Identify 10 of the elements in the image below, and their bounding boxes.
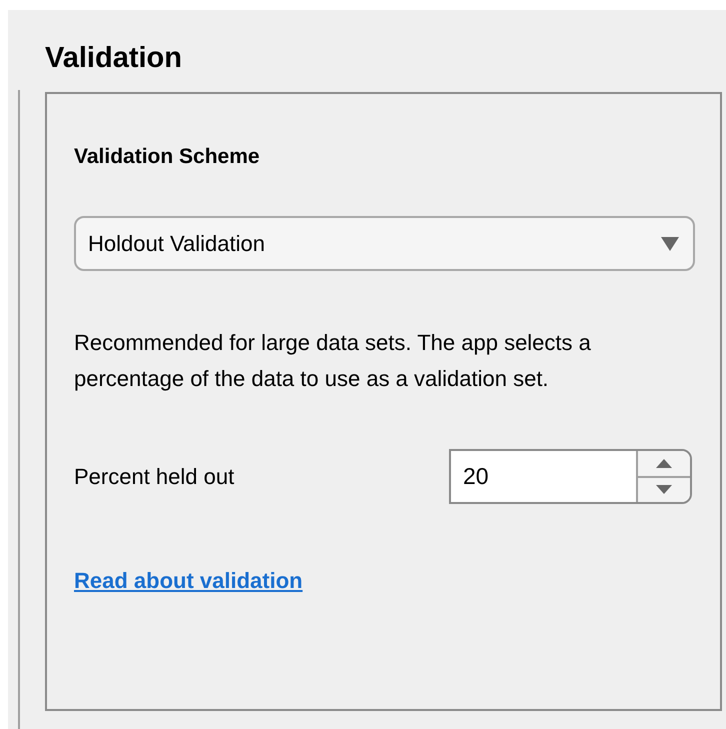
percent-label: Percent held out (74, 463, 234, 491)
dropdown-caret-icon (661, 236, 679, 250)
percent-spinner[interactable]: 20 (449, 449, 692, 504)
validation-link[interactable]: Read about validation (74, 564, 303, 597)
scheme-description: Recommended for large data sets. The app selects a percentage of the data to use as a validation set. (74, 329, 592, 393)
scheme-label: Validation Scheme (74, 144, 260, 170)
down-arrow-icon (656, 485, 672, 494)
up-arrow-icon (656, 458, 672, 468)
scheme-dropdown[interactable]: Holdout Validation (74, 216, 695, 271)
section-title: Validation (45, 41, 182, 76)
